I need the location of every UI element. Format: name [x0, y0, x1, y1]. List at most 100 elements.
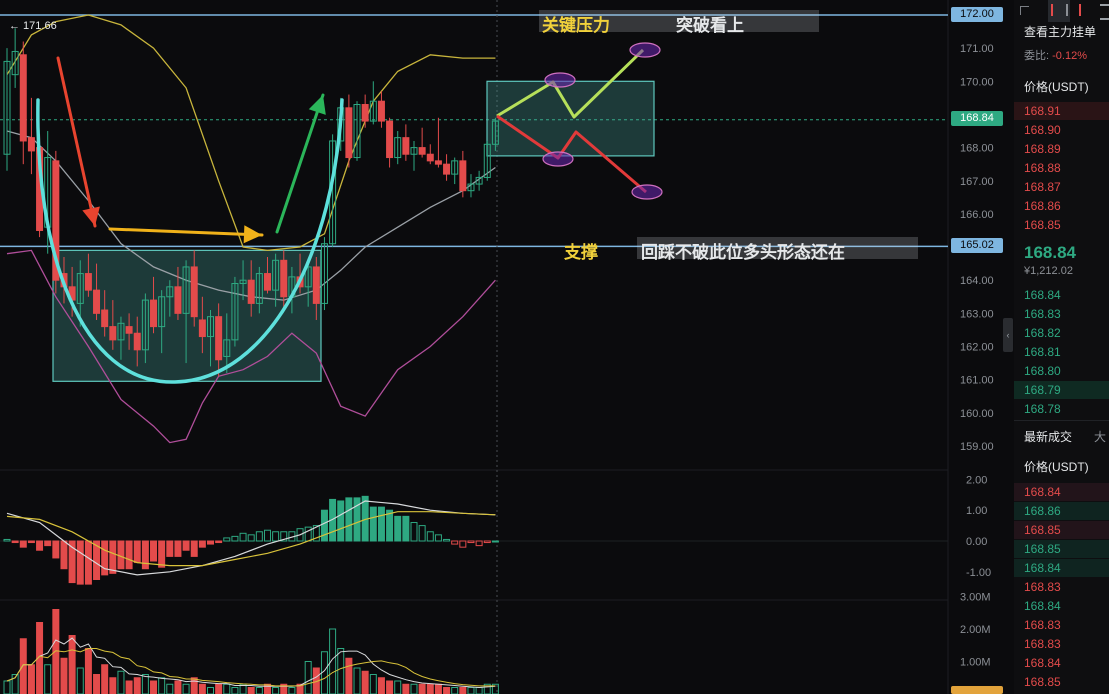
- bid-row[interactable]: 168.83: [1024, 305, 1061, 324]
- high-price-marker: ← 171.66: [9, 20, 57, 32]
- candle-body: [215, 316, 223, 361]
- candle-body: [263, 273, 271, 291]
- volume-bar: [418, 683, 426, 694]
- bid-row[interactable]: 168.79: [1024, 381, 1061, 400]
- trade-row[interactable]: 168.83: [1024, 578, 1061, 597]
- price-axis-tick: 166.00: [960, 209, 994, 221]
- trade-row[interactable]: 168.84: [1024, 654, 1061, 673]
- bid-row[interactable]: 168.81: [1024, 343, 1061, 362]
- candle-body: [109, 326, 117, 341]
- macd-histogram-bar: [369, 506, 377, 542]
- macd-histogram-bar: [174, 540, 182, 557]
- volume-axis-tick: 3.00M: [960, 592, 991, 604]
- volume-bar: [174, 680, 182, 694]
- panel-divider: [1014, 420, 1109, 421]
- candle-body: [361, 104, 369, 122]
- candle-body: [150, 299, 158, 328]
- candle-body: [198, 319, 206, 338]
- last-price: 168.84: [1024, 243, 1076, 262]
- candle-body: [386, 120, 394, 159]
- macd-histogram-bar: [27, 540, 35, 544]
- ask-row[interactable]: 168.90: [1024, 121, 1061, 140]
- trade-row[interactable]: 168.85: [1024, 673, 1061, 692]
- candle-body: [125, 326, 133, 334]
- macd-histogram-bar: [377, 506, 385, 542]
- candle-body: [93, 289, 101, 314]
- orderbook-list-icon[interactable]: [1100, 4, 1109, 20]
- candlestick-chart[interactable]: 171.00 170.00 168.00 167.00 166.00 164.00 163.…: [0, 0, 1010, 694]
- support-label: 支撑: [564, 243, 598, 263]
- macd-histogram-bar: [44, 540, 52, 547]
- macd-axis-tick: 1.00: [966, 505, 987, 517]
- candle-body: [247, 279, 255, 304]
- price-axis-tick: 170.00: [960, 76, 994, 88]
- ask-row[interactable]: 168.89: [1024, 140, 1061, 159]
- price-axis-tick: 167.00: [960, 176, 994, 188]
- candle-body: [402, 137, 410, 155]
- trade-row[interactable]: 168.86: [1024, 502, 1061, 521]
- bid-row[interactable]: 168.80: [1024, 362, 1061, 381]
- volume-bar: [125, 680, 133, 694]
- ask-row[interactable]: 168.91: [1024, 102, 1061, 121]
- trade-row[interactable]: 168.83: [1024, 635, 1061, 654]
- volume-axis-tick: 1.00M: [960, 657, 991, 669]
- bid-row[interactable]: 168.84: [1024, 286, 1061, 305]
- candle-body: [19, 54, 27, 142]
- volume-bar: [459, 687, 467, 694]
- macd-histogram-bar: [394, 515, 402, 542]
- macd-histogram-bar: [158, 540, 166, 568]
- price-axis-tick: 161.00: [960, 375, 994, 387]
- macd-histogram-bar: [19, 540, 27, 548]
- last-price-tag: 168.84: [951, 111, 1003, 126]
- macd-histogram-bar: [402, 515, 410, 542]
- trade-row[interactable]: 168.83: [1024, 616, 1061, 635]
- trade-row[interactable]: 168.84: [1024, 597, 1061, 616]
- ask-row[interactable]: 168.86: [1024, 197, 1061, 216]
- price-axis-tick: 171.00: [960, 43, 994, 55]
- tab-latest-trades[interactable]: 最新成交: [1024, 428, 1072, 447]
- macd-histogram-bar: [52, 540, 60, 559]
- macd-histogram-bar: [36, 540, 44, 551]
- volume-bar: [109, 677, 117, 694]
- volume-bar: [84, 648, 92, 694]
- collapse-panel-handle[interactable]: ‹: [1003, 318, 1013, 352]
- target-point-marker: [542, 151, 574, 167]
- volume-bar: [386, 680, 394, 694]
- macd-histogram-bar: [11, 540, 19, 544]
- trade-row[interactable]: 168.85: [1024, 521, 1061, 540]
- ask-row[interactable]: 168.85: [1024, 216, 1061, 235]
- price-axis-tick: 164.00: [960, 275, 994, 287]
- volume-bar: [60, 657, 68, 694]
- tab-large-trades[interactable]: 大: [1094, 428, 1106, 447]
- candle-body: [459, 160, 467, 192]
- orderbook-bids-icon[interactable]: [1051, 4, 1068, 16]
- price-axis-tick: 160.00: [960, 408, 994, 420]
- volume-axis-tag: [951, 686, 1003, 694]
- main-orders-link[interactable]: 查看主力挂单: [1024, 23, 1096, 42]
- candle-body: [101, 309, 109, 328]
- macd-histogram-bar: [76, 540, 84, 585]
- target-point-marker: [631, 184, 663, 200]
- ask-row[interactable]: 168.87: [1024, 178, 1061, 197]
- macd-axis-tick: 0.00: [966, 536, 987, 548]
- bid-row[interactable]: 168.78: [1024, 400, 1061, 419]
- volume-bar: [19, 638, 27, 694]
- volume-bar: [402, 683, 410, 694]
- ask-row[interactable]: 168.88: [1024, 159, 1061, 178]
- macd-histogram-bar: [60, 540, 68, 570]
- macd-histogram-bar: [207, 540, 214, 545]
- macd-histogram-bar: [141, 540, 149, 570]
- volume-bar: [52, 609, 60, 694]
- candle-body: [377, 100, 385, 122]
- layout-icon[interactable]: [1020, 6, 1029, 15]
- macd-histogram-bar: [117, 540, 125, 570]
- orderbook-asks-icon[interactable]: [1079, 4, 1093, 16]
- macd-histogram-bar: [320, 509, 328, 542]
- breakout-label: 突破看上: [676, 16, 744, 36]
- bid-row[interactable]: 168.82: [1024, 324, 1061, 343]
- trade-row[interactable]: 168.84: [1024, 483, 1061, 502]
- trade-row[interactable]: 168.84: [1024, 559, 1061, 578]
- volume-bar: [68, 635, 76, 694]
- trade-row[interactable]: 168.85: [1024, 540, 1061, 559]
- macd-histogram-bar: [182, 540, 190, 551]
